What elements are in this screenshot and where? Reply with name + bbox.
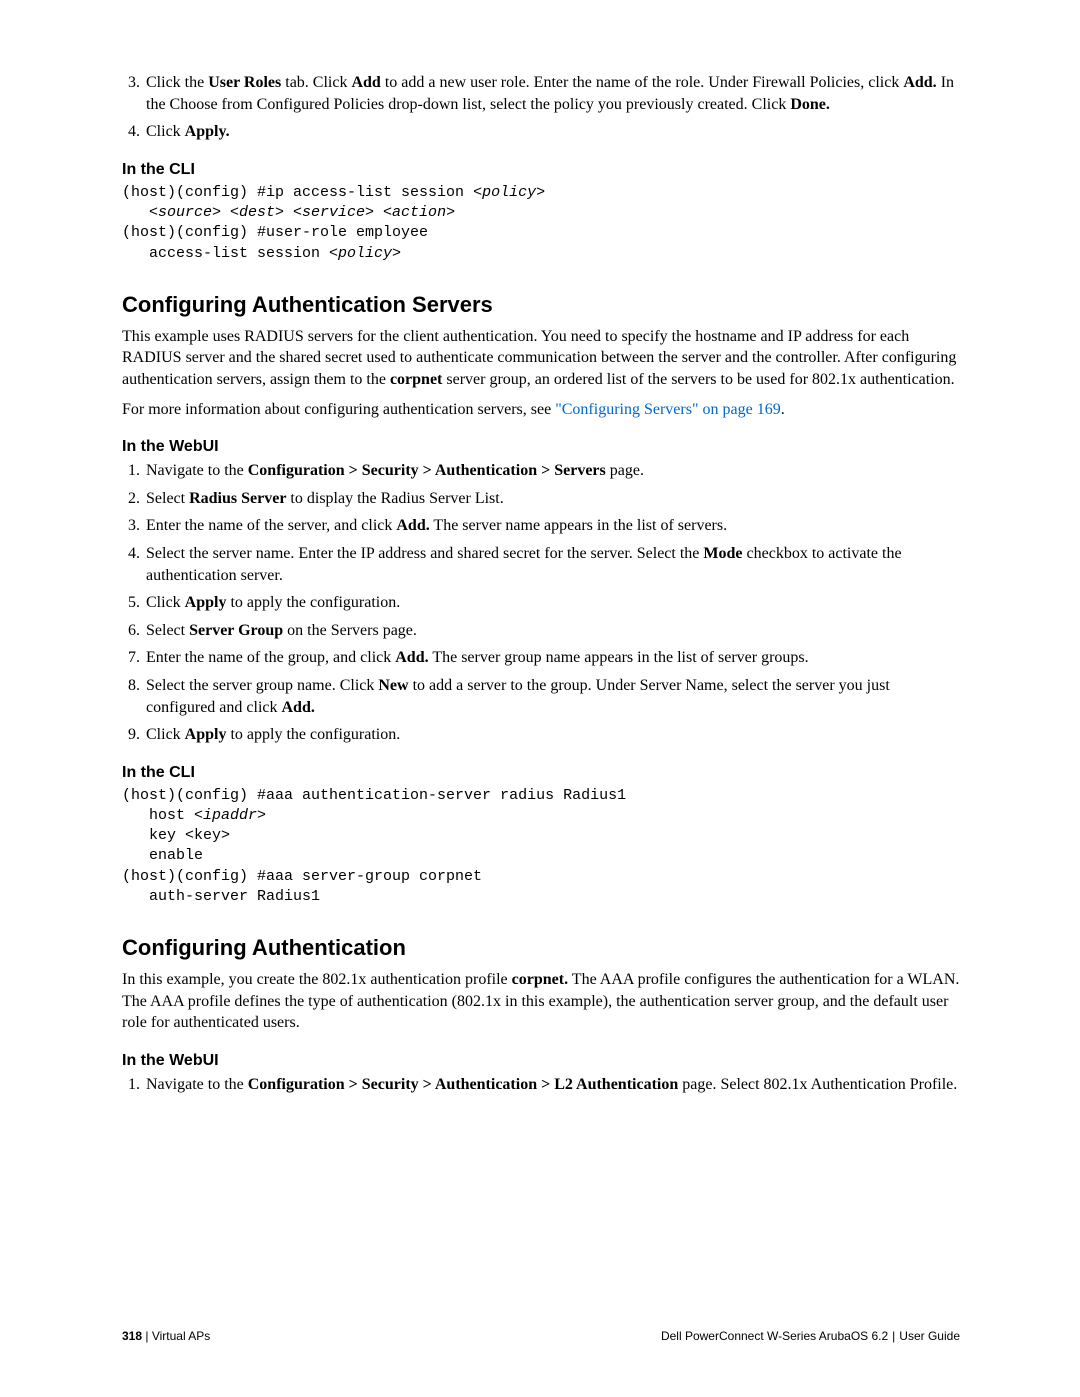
code-italic: <ipaddr> — [194, 807, 266, 824]
footer-right: Dell PowerConnect W-Series ArubaOS 6.2 | U… — [661, 1329, 960, 1343]
bold-text: Add. — [396, 517, 429, 534]
footer-separator: | — [142, 1329, 152, 1343]
paragraph: For more information about configuring a… — [122, 399, 960, 421]
text: Click — [146, 123, 185, 140]
text: Click the — [146, 74, 208, 91]
bold-text: Radius Server — [189, 490, 286, 507]
code-text: access-list session — [122, 245, 329, 262]
code-text: key <key> — [122, 827, 230, 844]
code-italic: <policy> — [329, 245, 401, 262]
code-italic: <policy> — [473, 184, 545, 201]
text: The server name appears in the list of s… — [430, 517, 727, 534]
footer-product: Dell PowerConnect W-Series ArubaOS 6.2 — [661, 1329, 888, 1343]
text: to add a new user role. Enter the name o… — [381, 74, 904, 91]
document-page: Click the User Roles tab. Click Add to a… — [0, 0, 1080, 1162]
text: Navigate to the — [146, 462, 248, 479]
paragraph: This example uses RADIUS servers for the… — [122, 326, 960, 391]
text: to apply the configuration. — [226, 726, 400, 743]
code-text: auth-server Radius1 — [122, 888, 320, 905]
bold-text: Add. — [395, 649, 428, 666]
code-text: (host)(config) #aaa server-group corpnet — [122, 868, 482, 885]
code-text — [122, 204, 149, 221]
code-text: (host)(config) #user-role employee — [122, 224, 428, 241]
list-item: Click the User Roles tab. Click Add to a… — [144, 72, 960, 115]
code-text: (host)(config) #ip access-list session — [122, 184, 473, 201]
text: Click — [146, 726, 185, 743]
text: Click — [146, 594, 185, 611]
text: to display the Radius Server List. — [286, 490, 503, 507]
footer-left: 318 | Virtual APs — [122, 1329, 210, 1343]
page-footer: 318 | Virtual APs Dell PowerConnect W-Se… — [122, 1329, 960, 1343]
page-number: 318 — [122, 1329, 142, 1343]
bold-text: corpnet. — [512, 971, 568, 988]
list-item: Click Apply. — [144, 121, 960, 143]
text: Select the server group name. Click — [146, 677, 378, 694]
code-text: (host)(config) #aaa authentication-serve… — [122, 787, 626, 804]
text: to apply the configuration. — [226, 594, 400, 611]
list-item: Enter the name of the server, and click … — [144, 515, 960, 537]
list-item: Navigate to the Configuration > Security… — [144, 460, 960, 482]
bold-text: corpnet — [390, 371, 442, 388]
bold-text: Apply — [185, 726, 227, 743]
footer-chapter: Virtual APs — [152, 1329, 210, 1343]
cli-heading: In the CLI — [122, 764, 960, 782]
cross-reference-link[interactable]: "Configuring Servers" on page 169 — [555, 401, 780, 418]
list-item: Navigate to the Configuration > Security… — [144, 1074, 960, 1096]
webui-heading: In the WebUI — [122, 1052, 960, 1070]
list-item: Select Server Group on the Servers page. — [144, 620, 960, 642]
cli-block-2: (host)(config) #aaa authentication-serve… — [122, 786, 960, 908]
list-item: Select the server group name. Click New … — [144, 675, 960, 718]
text: Enter the name of the server, and click — [146, 517, 396, 534]
list-item: Select the server name. Enter the IP add… — [144, 543, 960, 586]
bold-text: Configuration > Security > Authenticatio… — [248, 462, 606, 479]
text: In this example, you create the 802.1x a… — [122, 971, 512, 988]
footer-doc: User Guide — [899, 1329, 960, 1343]
paragraph: In this example, you create the 802.1x a… — [122, 969, 960, 1034]
text: Select — [146, 622, 189, 639]
text: server group, an ordered list of the ser… — [442, 371, 954, 388]
webui-steps-2: Navigate to the Configuration > Security… — [122, 1074, 960, 1096]
code-text: enable — [122, 847, 203, 864]
bold-text: New — [378, 677, 408, 694]
text: Navigate to the — [146, 1076, 248, 1093]
list-item: Enter the name of the group, and click A… — [144, 647, 960, 669]
text: For more information about configuring a… — [122, 401, 555, 418]
webui-heading: In the WebUI — [122, 438, 960, 456]
list-item: Select Radius Server to display the Radi… — [144, 488, 960, 510]
bold-text: Done. — [790, 96, 830, 113]
bold-text: Add. — [282, 699, 315, 716]
text: Select the server name. Enter the IP add… — [146, 545, 703, 562]
webui-steps-1: Navigate to the Configuration > Security… — [122, 460, 960, 746]
bold-text: Server Group — [189, 622, 283, 639]
bold-text: Mode — [703, 545, 742, 562]
footer-separator: | — [892, 1329, 895, 1343]
bold-text: Apply. — [185, 123, 230, 140]
text: on the Servers page. — [283, 622, 417, 639]
text: The server group name appears in the lis… — [429, 649, 809, 666]
list-item: Click Apply to apply the configuration. — [144, 592, 960, 614]
continued-steps-list: Click the User Roles tab. Click Add to a… — [122, 72, 960, 143]
text: page. Select 802.1x Authentication Profi… — [678, 1076, 957, 1093]
text: Enter the name of the group, and click — [146, 649, 395, 666]
bold-text: Add — [351, 74, 380, 91]
section-heading-config-auth: Configuring Authentication — [122, 935, 960, 961]
bold-text: Configuration > Security > Authenticatio… — [248, 1076, 678, 1093]
cli-block-1: (host)(config) #ip access-list session <… — [122, 183, 960, 264]
text: Select — [146, 490, 189, 507]
bold-text: Apply — [185, 594, 227, 611]
bold-text: User Roles — [208, 74, 281, 91]
section-heading-auth-servers: Configuring Authentication Servers — [122, 292, 960, 318]
text: tab. Click — [281, 74, 351, 91]
list-item: Click Apply to apply the configuration. — [144, 724, 960, 746]
code-text: host — [122, 807, 194, 824]
text: . — [781, 401, 785, 418]
text: page. — [606, 462, 644, 479]
bold-text: Add. — [903, 74, 936, 91]
code-italic: <source> <dest> <service> <action> — [149, 204, 455, 221]
cli-heading: In the CLI — [122, 161, 960, 179]
